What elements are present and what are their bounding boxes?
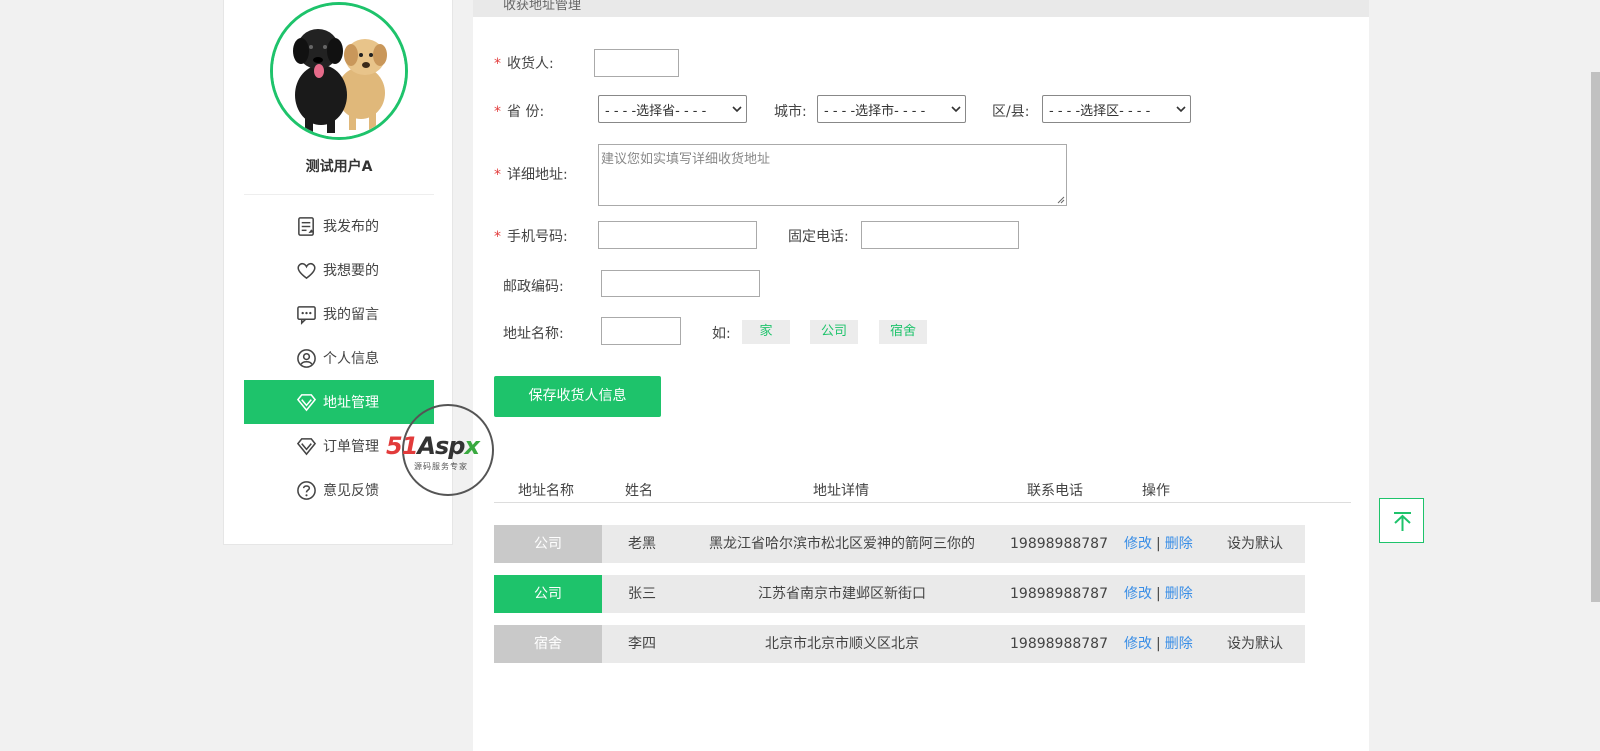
delete-link[interactable]: 删除 — [1165, 536, 1193, 552]
row-address: 江苏省南京市建邺区新街口 — [758, 586, 926, 602]
province-select[interactable]: - - - -选择省- - - - — [598, 95, 747, 123]
tag-home-button[interactable]: 家 — [742, 320, 790, 344]
row-address: 黑龙江省哈尔滨市松北区爱神的箭阿三你的 — [709, 536, 975, 552]
page-scrollbar[interactable] — [1590, 0, 1600, 751]
address-name-label: 地址名称: — [503, 326, 564, 342]
chevron-down-icon — [732, 106, 742, 113]
landline-input[interactable] — [861, 221, 1019, 249]
receiver-input[interactable] — [594, 49, 679, 77]
panel-header: 收获地址管理 — [473, 0, 1369, 17]
row-phone: 19898988787 — [1010, 586, 1108, 602]
sidebar-item-label: 个人信息 — [323, 351, 379, 367]
user-avatar[interactable] — [270, 2, 408, 140]
sidebar-item-label: 我发布的 — [323, 219, 379, 235]
column-header-actions: 操作 — [1142, 483, 1170, 499]
user-circle-icon — [297, 348, 316, 368]
table-row: 公司 老黑 黑龙江省哈尔滨市松北区爱神的箭阿三你的 19898988787 修改… — [494, 525, 1305, 563]
delete-link[interactable]: 删除 — [1165, 586, 1193, 602]
arrow-up-icon — [1394, 512, 1411, 531]
mobile-input[interactable] — [598, 221, 757, 249]
tag-company-button[interactable]: 公司 — [810, 320, 858, 344]
city-label: 城市: — [774, 104, 807, 120]
sidebar-item-wishlist[interactable]: 我想要的 — [244, 248, 434, 292]
row-address-tag: 宿舍 — [494, 625, 602, 663]
row-actions: 修改 | 删除 — [1124, 586, 1193, 602]
save-receiver-button[interactable]: 保存收货人信息 — [494, 376, 661, 417]
detail-address-textarea[interactable]: 建议您如实填写详细收货地址 — [598, 144, 1067, 206]
chevron-down-icon — [951, 106, 961, 113]
column-header-address-name: 地址名称 — [518, 483, 574, 499]
mobile-label: * 手机号码: — [494, 229, 568, 245]
table-header-divider — [494, 502, 1351, 503]
sidebar-item-label: 地址管理 — [323, 395, 379, 411]
row-name: 李四 — [628, 636, 656, 652]
row-phone: 19898988787 — [1010, 536, 1108, 552]
address-panel: 收获地址管理 * 收货人: * 省 份: - - - -选择省- - - - 城市:… — [473, 0, 1369, 751]
postcode-label: 邮政编码: — [503, 279, 564, 295]
sidebar-item-label: 我想要的 — [323, 263, 379, 279]
sidebar-item-profile[interactable]: 个人信息 — [244, 336, 434, 380]
column-header-phone: 联系电话 — [1027, 483, 1083, 499]
city-select[interactable]: - - - -选择市- - - - — [817, 95, 966, 123]
diamond-icon — [296, 437, 317, 455]
scrollbar-thumb[interactable] — [1591, 72, 1600, 602]
column-header-address-detail: 地址详情 — [813, 483, 869, 499]
document-list-icon — [298, 216, 315, 236]
edit-link[interactable]: 修改 — [1124, 636, 1152, 652]
sidebar-item-label: 我的留言 — [323, 307, 379, 323]
table-row: 宿舍 李四 北京市北京市顺义区北京 19898988787 修改 | 删除 设为默认 — [494, 625, 1305, 663]
row-name: 张三 — [628, 586, 656, 602]
sidebar-item-address[interactable]: 地址管理 — [244, 380, 434, 424]
province-label: * 省 份: — [494, 104, 545, 120]
set-default-link[interactable]: 设为默认 — [1227, 625, 1283, 663]
sidebar-item-label: 订单管理 — [323, 439, 379, 455]
row-name: 老黑 — [628, 536, 656, 552]
district-label: 区/县: — [992, 104, 1030, 120]
question-icon — [297, 480, 316, 500]
message-icon — [297, 305, 316, 325]
dogs-avatar-icon — [273, 5, 405, 137]
back-to-top-button[interactable] — [1379, 498, 1424, 543]
detail-address-placeholder: 建议您如实填写详细收货地址 — [601, 152, 771, 167]
set-default-link[interactable]: 设为默认 — [1227, 525, 1283, 563]
sidebar-item-messages[interactable]: 我的留言 — [244, 292, 434, 336]
landline-label: 固定电话: — [788, 229, 849, 245]
sidebar-item-my-posts[interactable]: 我发布的 — [244, 204, 434, 248]
receiver-label: * 收货人: — [494, 56, 554, 72]
row-address: 北京市北京市顺义区北京 — [765, 636, 919, 652]
delete-link[interactable]: 删除 — [1165, 636, 1193, 652]
sidebar-divider — [244, 194, 434, 195]
chevron-down-icon — [1176, 106, 1186, 113]
resize-handle-icon[interactable] — [1056, 195, 1065, 204]
row-address-tag: 公司 — [494, 575, 602, 613]
user-name: 测试用户A — [305, 159, 373, 175]
row-phone: 19898988787 — [1010, 636, 1108, 652]
edit-link[interactable]: 修改 — [1124, 536, 1152, 552]
tag-dorm-button[interactable]: 宿舍 — [879, 320, 927, 344]
sidebar-item-label: 意见反馈 — [323, 483, 379, 499]
example-label: 如: — [712, 326, 731, 342]
row-actions: 修改 | 删除 — [1124, 636, 1193, 652]
watermark-tagline: 源码服务专家 — [414, 462, 468, 471]
postcode-input[interactable] — [601, 270, 760, 297]
page-title: 收获地址管理 — [503, 0, 582, 13]
address-name-input[interactable] — [601, 317, 681, 345]
edit-link[interactable]: 修改 — [1124, 586, 1152, 602]
watermark-logo: 51Aspx — [386, 432, 480, 460]
diamond-icon — [296, 393, 317, 411]
heart-icon — [297, 262, 316, 279]
row-address-tag: 公司 — [494, 525, 602, 563]
detail-address-label: * 详细地址: — [494, 167, 568, 183]
sidebar-item-feedback[interactable]: 意见反馈 — [244, 468, 434, 512]
district-select[interactable]: - - - -选择区- - - - — [1042, 95, 1191, 123]
table-row: 公司 张三 江苏省南京市建邺区新街口 19898988787 修改 | 删除 — [494, 575, 1305, 613]
row-actions: 修改 | 删除 — [1124, 536, 1193, 552]
column-header-name: 姓名 — [625, 483, 653, 499]
